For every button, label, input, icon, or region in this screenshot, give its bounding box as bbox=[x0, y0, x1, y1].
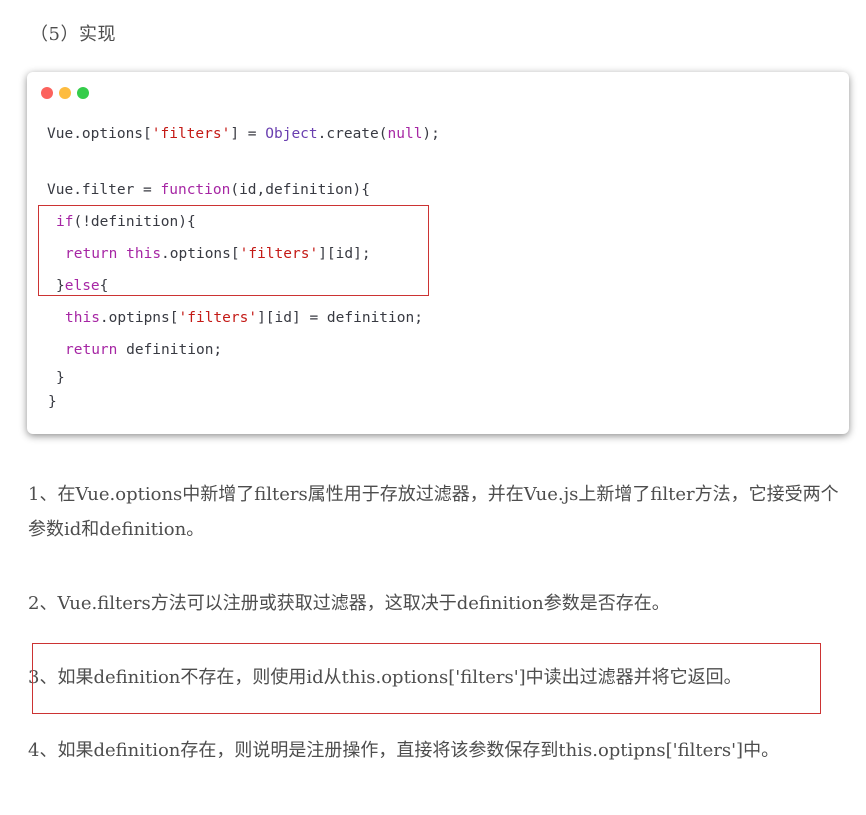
code-line-1: Vue.options['filters'] = Object.create(n… bbox=[47, 126, 440, 142]
window-maximize-dot bbox=[77, 87, 89, 99]
paragraph-2: 2、Vue.filters方法可以注册或获取过滤器，这取决于definition… bbox=[28, 593, 670, 614]
code-line-9: } bbox=[48, 394, 57, 410]
code-line-7: return definition; bbox=[65, 342, 223, 358]
paragraph-4: 4、如果definition存在，则说明是注册操作，直接将该参数保存到this.… bbox=[28, 740, 780, 761]
code-line-6: this.optipns['filters'][id] = definition… bbox=[65, 310, 423, 326]
window-close-dot bbox=[41, 87, 53, 99]
code-line-2: Vue.filter = function(id,definition){ bbox=[47, 182, 371, 198]
section-heading: （5）实现 bbox=[30, 24, 116, 45]
paragraph-highlight-box bbox=[32, 643, 821, 714]
code-line-8: } bbox=[56, 370, 65, 386]
code-highlight-box bbox=[38, 205, 429, 296]
window-minimize-dot bbox=[59, 87, 71, 99]
paragraph-1: 1、在Vue.options中新增了filters属性用于存放过滤器，并在Vue… bbox=[28, 484, 839, 540]
